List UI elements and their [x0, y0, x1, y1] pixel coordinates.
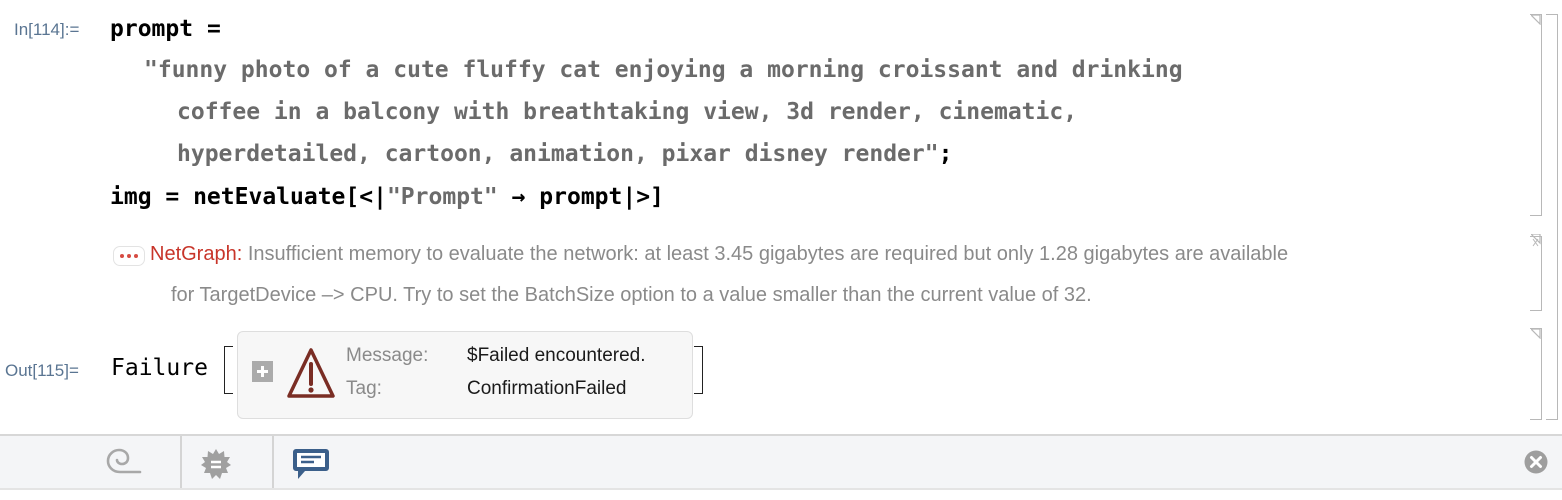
field-value-tag: ConfirmationFailed [467, 378, 627, 399]
input-label: In[114]:= [14, 20, 80, 39]
semicolon: ; [938, 141, 953, 167]
warning-icon [285, 346, 337, 405]
code-post: → prompt|>] [497, 184, 664, 210]
message-colon: : [236, 243, 248, 265]
cell-group-bracket[interactable] [1546, 14, 1558, 420]
message-line-2: for TargetDevice –> CPU. Try to set the … [171, 284, 1092, 306]
string-line-2[interactable]: coffee in a balcony with breathtaking vi… [177, 99, 1077, 125]
chat-icon[interactable] [292, 447, 330, 486]
message-line-1: NetGraph: Insufficient memory to evaluat… [150, 243, 1288, 266]
input-line-1[interactable]: prompt = [110, 16, 221, 42]
message-menu-icon[interactable] [113, 246, 145, 266]
bracket-triangle-icon [1529, 12, 1541, 30]
string-text: hyperdetailed, cartoon, animation, pixar… [177, 141, 939, 167]
open-bracket [224, 346, 233, 394]
input-line-4[interactable]: img = netEvaluate[<|"Prompt" → prompt|>] [110, 184, 664, 210]
bracket-x-icon [1529, 233, 1541, 253]
swirl-icon[interactable] [106, 448, 142, 481]
failure-summary-box: Message: $Failed encountered. Tag: Confi… [237, 331, 693, 419]
field-value-message: $Failed encountered. [467, 345, 646, 366]
message-text: Insufficient memory to evaluate the netw… [247, 243, 1289, 265]
output-label: Out[115]= [5, 361, 79, 380]
failure-head: Failure [111, 355, 208, 381]
code-pre: img = netEvaluate[<| [110, 184, 387, 210]
toolbar-separator [180, 436, 182, 488]
bottom-toolbar [0, 434, 1562, 490]
string-line-3[interactable]: hyperdetailed, cartoon, animation, pixar… [177, 141, 952, 167]
string-text: coffee in a balcony with breathtaking vi… [177, 99, 1078, 125]
bracket-triangle-icon [1529, 326, 1541, 344]
assign-op: = [193, 16, 221, 42]
toolbar-separator [272, 436, 274, 488]
field-label-message: Message: [346, 345, 429, 366]
close-bracket [694, 346, 703, 394]
close-icon[interactable] [1524, 450, 1548, 479]
string-line-1[interactable]: "funny photo of a cute fluffy cat enjoyi… [144, 57, 1183, 83]
field-label-tag: Tag: [346, 378, 382, 399]
expand-icon[interactable] [252, 361, 273, 382]
message-head[interactable]: NetGraph [150, 243, 237, 265]
badge-icon[interactable] [200, 448, 232, 485]
cell-bracket-input[interactable] [1530, 14, 1542, 216]
var-prompt: prompt [110, 16, 194, 42]
string-text: "funny photo of a cute fluffy cat enjoyi… [144, 57, 1183, 83]
code-key: "Prompt" [386, 184, 498, 210]
